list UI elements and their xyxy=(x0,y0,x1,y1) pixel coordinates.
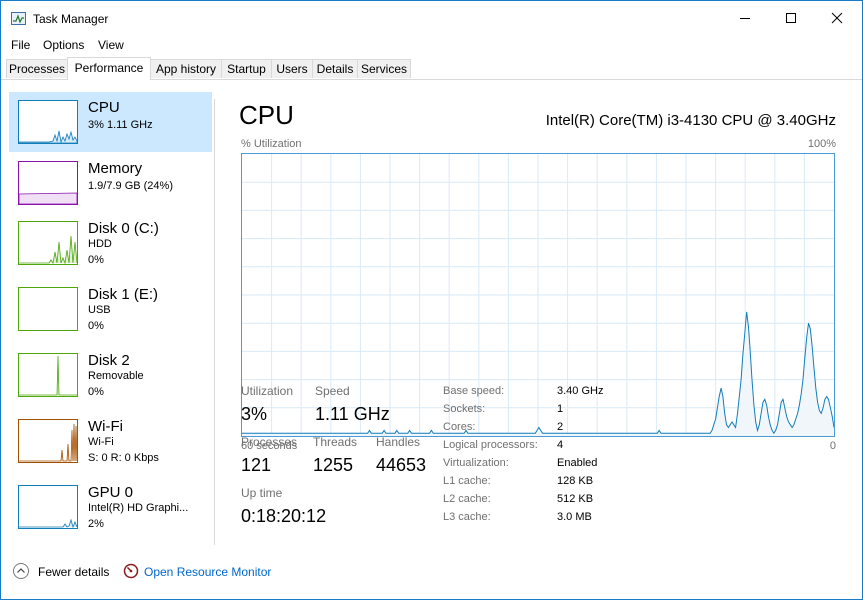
detail-label: Sockets: xyxy=(443,403,486,415)
sidebar-item-detail: 1.9/7.9 GB (24%) xyxy=(88,180,173,192)
sidebar-item-disk-0[interactable]: Disk 0 (C:) HDD 0% xyxy=(9,213,212,273)
uptime-value: 0:18:20:12 xyxy=(241,506,327,526)
sidebar-item-detail: 0% xyxy=(88,320,104,332)
chevron-up-icon[interactable] xyxy=(13,563,29,579)
sidebar-item-detail: USB xyxy=(88,304,111,316)
threads-value: 1255 xyxy=(313,455,354,475)
close-icon xyxy=(831,12,843,24)
disk-2-thumbnail-graph xyxy=(18,353,78,397)
handles-label: Handles xyxy=(376,435,421,449)
close-button[interactable] xyxy=(814,1,860,35)
detail-label: Cores: xyxy=(443,421,476,433)
tab-strip: Processes Performance App history Startu… xyxy=(1,57,862,80)
sidebar-item-detail: 3% 1.11 GHz xyxy=(88,119,153,131)
minimize-icon xyxy=(740,18,750,19)
sidebar-item-disk-2[interactable]: Disk 2 Removable 0% xyxy=(9,345,212,405)
sidebar-item-memory[interactable]: Memory 1.9/7.9 GB (24%) xyxy=(9,153,212,213)
menu-view[interactable]: View xyxy=(98,38,124,52)
sidebar-item-disk-1[interactable]: Disk 1 (E:) USB 0% xyxy=(9,279,212,339)
tab-users[interactable]: Users xyxy=(271,59,313,78)
tab-processes[interactable]: Processes xyxy=(6,59,68,78)
threads-label: Threads xyxy=(313,435,358,449)
sidebar-item-title: Disk 1 (E:) xyxy=(88,286,159,303)
sidebar-item-detail: Intel(R) HD Graphi... xyxy=(88,502,189,514)
detail-label: L3 cache: xyxy=(443,511,491,523)
cpu-detail-panel: CPU Intel(R) Core(TM) i3-4130 CPU @ 3.40… xyxy=(215,80,862,545)
open-resource-monitor-link[interactable]: Open Resource Monitor xyxy=(144,565,271,579)
sidebar-item-title: Memory xyxy=(88,160,143,177)
disk-0-thumbnail-graph xyxy=(18,221,78,265)
detail-value: Enabled xyxy=(557,457,598,469)
cpu-thumbnail-graph xyxy=(18,100,78,144)
graph-y-label: % Utilization xyxy=(241,138,302,150)
sidebar-item-detail: HDD xyxy=(88,238,112,250)
sidebar-item-title: Disk 2 xyxy=(88,352,130,369)
page-title: CPU xyxy=(239,100,294,130)
sidebar-item-title: GPU 0 xyxy=(88,484,134,501)
sidebar-item-detail: S: 0 R: 0 Kbps xyxy=(88,452,159,464)
detail-label: L1 cache: xyxy=(443,475,491,487)
maximize-button[interactable] xyxy=(768,1,814,35)
tab-details[interactable]: Details xyxy=(312,59,358,78)
detail-value: 3.40 GHz xyxy=(557,385,604,397)
gpu-thumbnail-graph xyxy=(18,485,78,529)
detail-value: 3.0 MB xyxy=(557,511,592,523)
maximize-icon xyxy=(786,13,796,23)
detail-value: 512 KB xyxy=(557,493,594,505)
detail-label: L2 cache: xyxy=(443,493,491,505)
handles-value: 44653 xyxy=(376,455,427,475)
utilization-value: 3% xyxy=(241,404,268,424)
sidebar-item-wifi[interactable]: Wi-Fi Wi-Fi S: 0 R: 0 Kbps xyxy=(9,411,212,471)
menu-bar: File Options View xyxy=(1,35,862,55)
graph-max-label: 100% xyxy=(807,138,836,150)
tab-services[interactable]: Services xyxy=(357,59,411,78)
tab-performance[interactable]: Performance xyxy=(67,57,151,80)
wifi-thumbnail-graph xyxy=(18,419,78,463)
menu-file[interactable]: File xyxy=(11,38,30,52)
detail-value: 4 xyxy=(557,439,564,451)
detail-label: Base speed: xyxy=(443,385,505,397)
tab-startup[interactable]: Startup xyxy=(221,59,272,78)
sidebar-item-detail: 0% xyxy=(88,254,104,266)
resource-sidebar: CPU 3% 1.11 GHz Memory 1.9/7.9 GB (24%) … xyxy=(1,80,215,545)
footer-bar: Fewer details Open Resource Monitor xyxy=(1,553,862,593)
task-manager-window: Task Manager File Options View Processes… xyxy=(0,0,863,600)
processes-value: 121 xyxy=(241,455,272,475)
sidebar-item-detail: 0% xyxy=(88,386,104,398)
title-bar: Task Manager xyxy=(1,1,862,35)
sidebar-item-gpu-0[interactable]: GPU 0 Intel(R) HD Graphi... 2% xyxy=(9,477,212,537)
tab-app-history[interactable]: App history xyxy=(150,59,222,78)
sidebar-item-title: Disk 0 (C:) xyxy=(88,220,159,237)
speed-label: Speed xyxy=(315,384,350,398)
processes-label: Processes xyxy=(241,435,298,449)
detail-value: 128 KB xyxy=(557,475,594,487)
sidebar-item-detail: Removable xyxy=(88,370,144,382)
sidebar-item-detail: 2% xyxy=(88,518,104,530)
sidebar-item-title: CPU xyxy=(88,99,120,116)
utilization-label: Utilization xyxy=(241,384,294,398)
detail-label: Logical processors: xyxy=(443,439,538,451)
menu-options[interactable]: Options xyxy=(43,38,84,52)
fewer-details-button[interactable]: Fewer details xyxy=(38,565,109,579)
sidebar-item-cpu[interactable]: CPU 3% 1.11 GHz xyxy=(9,92,212,152)
detail-value: 1 xyxy=(557,403,564,415)
graph-min-label: 0 xyxy=(829,440,836,452)
memory-thumbnail-graph xyxy=(18,161,78,205)
window-title: Task Manager xyxy=(33,12,109,26)
minimize-button[interactable] xyxy=(722,1,768,35)
uptime-label: Up time xyxy=(241,486,283,500)
processor-name: Intel(R) Core(TM) i3-4130 CPU @ 3.40GHz xyxy=(545,112,836,129)
sidebar-item-detail: Wi-Fi xyxy=(88,436,114,448)
speed-value: 1.11 GHz xyxy=(315,404,390,424)
task-manager-icon xyxy=(11,12,26,25)
sidebar-item-title: Wi-Fi xyxy=(88,418,123,435)
resource-monitor-icon[interactable] xyxy=(123,563,139,579)
detail-label: Virtualization: xyxy=(443,457,509,469)
detail-value: 2 xyxy=(557,421,564,433)
disk-1-thumbnail-graph xyxy=(18,287,78,331)
